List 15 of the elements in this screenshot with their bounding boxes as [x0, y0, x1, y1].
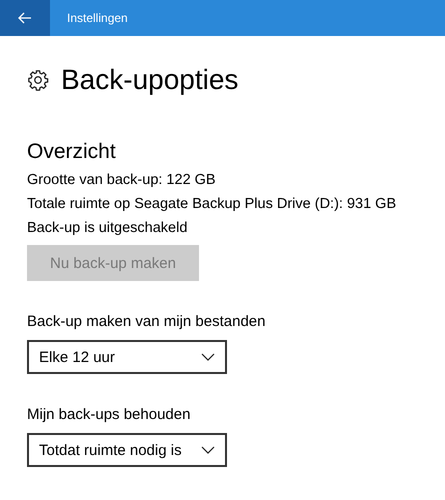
info-text: Totale ruimte op Seagate Backup Plus Drive (D:): 931 GB: [27, 196, 398, 212]
setting-label: Mijn back-ups behouden: [27, 406, 192, 423]
section-heading: Overzicht: [27, 140, 117, 164]
back-button[interactable]: [0, 0, 50, 36]
dropdown[interactable]: Elke 12 uur: [27, 340, 227, 374]
chevron-down-icon: [201, 353, 215, 361]
dropdown[interactable]: Totdat ruimte nodig is: [27, 433, 227, 467]
back-arrow-icon: [18, 12, 32, 24]
setting-label: Back-up maken van mijn bestanden: [27, 313, 266, 330]
page-title: Back-upopties: [61, 64, 238, 96]
window-title: Instellingen: [67, 11, 128, 25]
info-text: Back-up is uitgeschakeld: [27, 220, 188, 236]
gear-icon: [27, 69, 49, 91]
info-text: Grootte van back-up: 122 GB: [27, 172, 217, 188]
chevron-down-icon: [201, 446, 215, 454]
